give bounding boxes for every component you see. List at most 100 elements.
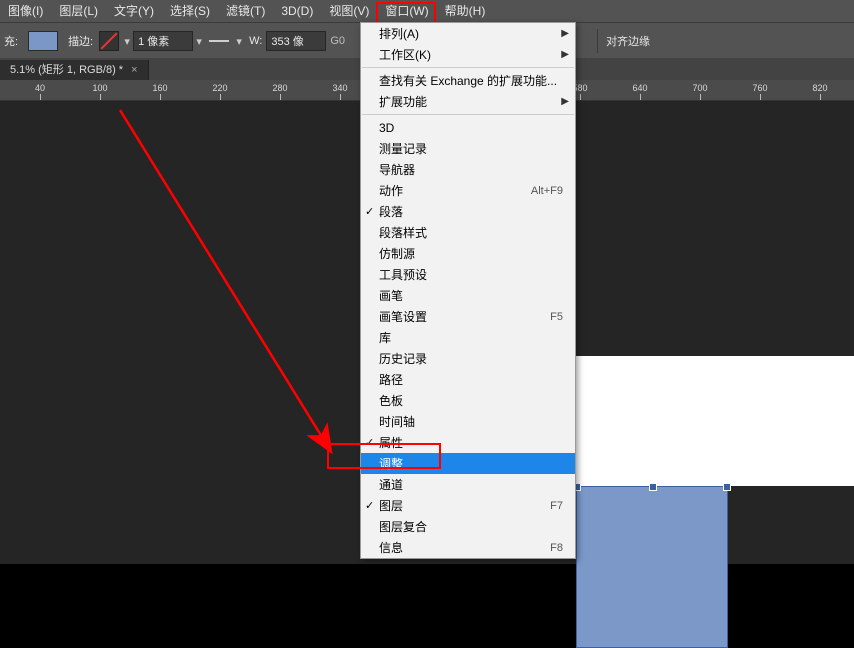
menu-view[interactable]: 视图(V) — [321, 0, 377, 22]
menu-item-段落[interactable]: ✓段落 — [361, 201, 575, 222]
menu-select[interactable]: 选择(S) — [162, 0, 218, 22]
width-label: W: — [249, 35, 262, 47]
menu-item-arrange[interactable]: 排列(A) ▶ — [361, 23, 575, 44]
menu-item-label: 历史记录 — [379, 350, 427, 367]
menu-item-导航器[interactable]: 导航器 — [361, 159, 575, 180]
resize-handle-ne[interactable] — [723, 483, 731, 491]
menu-item-label: 图层 — [379, 497, 403, 514]
fill-label: 充: — [4, 33, 18, 49]
ruler-tick-label: 280 — [260, 83, 300, 93]
ruler-tick-mark — [340, 94, 341, 100]
menu-item-label: 段落 — [379, 203, 403, 220]
ruler-tick-label: 340 — [320, 83, 360, 93]
menu-item-exchange[interactable]: 查找有关 Exchange 的扩展功能... — [361, 70, 575, 91]
menu-item-label: 信息 — [379, 539, 403, 556]
menu-item-动作[interactable]: 动作 Alt+F9 — [361, 180, 575, 201]
stroke-width-input[interactable] — [133, 31, 193, 51]
menu-item-图层[interactable]: ✓ 图层 F7 — [361, 495, 575, 516]
submenu-arrow-icon: ▶ — [561, 28, 569, 39]
ruler-tick-label: 220 — [200, 83, 240, 93]
menu-item-label: 段落样式 — [379, 224, 427, 241]
fill-color-swatch[interactable] — [28, 31, 58, 51]
ruler-tick-mark — [40, 94, 41, 100]
menu-image[interactable]: 图像(I) — [0, 0, 51, 22]
menu-item-shortcut: F7 — [550, 500, 563, 512]
menu-item-画笔设置[interactable]: 画笔设置 F5 — [361, 306, 575, 327]
stroke-style-preview[interactable] — [209, 40, 229, 43]
menu-item-信息[interactable]: 信息 F8 — [361, 537, 575, 558]
menu-item-label: 工具预设 — [379, 266, 427, 283]
menu-item-色板[interactable]: 色板 — [361, 390, 575, 411]
menu-window[interactable]: 窗口(W) — [377, 0, 436, 22]
menu-item-历史记录[interactable]: 历史记录 — [361, 348, 575, 369]
menu-item-时间轴[interactable]: 时间轴 — [361, 411, 575, 432]
document-background[interactable] — [576, 356, 854, 486]
ruler-tick-mark — [220, 94, 221, 100]
menu-item-label: 画笔 — [379, 287, 403, 304]
menu-item-label: 路径 — [379, 371, 403, 388]
document-tab[interactable]: 5.1% (矩形 1, RGB/8) * × — [0, 60, 149, 80]
ruler-tick-mark — [280, 94, 281, 100]
selected-rectangle-shape[interactable] — [576, 486, 728, 648]
stroke-style-dropdown-icon[interactable]: ▾ — [233, 32, 245, 50]
check-icon: ✓ — [365, 436, 374, 449]
width-input[interactable] — [266, 31, 326, 51]
menu-item-shortcut: F5 — [550, 311, 563, 323]
ruler-tick-mark — [640, 94, 641, 100]
menu-item-label: 排列(A) — [379, 25, 419, 42]
menu-item-库[interactable]: 库 — [361, 327, 575, 348]
ruler-tick-mark — [160, 94, 161, 100]
menu-3d[interactable]: 3D(D) — [273, 0, 321, 22]
check-icon: ✓ — [365, 499, 374, 512]
ruler-tick-label: 700 — [680, 83, 720, 93]
menu-help[interactable]: 帮助(H) — [437, 0, 494, 22]
menu-item-测量记录[interactable]: 测量记录 — [361, 138, 575, 159]
menu-item-画笔[interactable]: 画笔 — [361, 285, 575, 306]
ruler-tick-label: 40 — [20, 83, 60, 93]
menu-item-通道[interactable]: 通道 — [361, 474, 575, 495]
menu-item-label: 动作 — [379, 182, 403, 199]
menu-filter[interactable]: 滤镜(T) — [218, 0, 273, 22]
submenu-arrow-icon: ▶ — [561, 96, 569, 107]
submenu-arrow-icon: ▶ — [561, 49, 569, 60]
menu-item-图层复合[interactable]: 图层复合 — [361, 516, 575, 537]
menu-item-调整[interactable]: 调整 — [361, 453, 575, 474]
menu-item-段落样式[interactable]: 段落样式 — [361, 222, 575, 243]
menu-item-label: 3D — [379, 121, 394, 135]
menu-item-label: 库 — [379, 329, 391, 346]
menu-layer[interactable]: 图层(L) — [51, 0, 106, 22]
ruler-tick-label: 100 — [80, 83, 120, 93]
menu-item-3D[interactable]: 3D — [361, 117, 575, 138]
close-icon[interactable]: × — [131, 60, 137, 80]
menu-item-label: 画笔设置 — [379, 308, 427, 325]
ruler-tick-mark — [700, 94, 701, 100]
menu-item-shortcut: Alt+F9 — [531, 185, 563, 197]
menu-item-属性[interactable]: ✓属性 — [361, 432, 575, 453]
menu-item-路径[interactable]: 路径 — [361, 369, 575, 390]
resize-handle-n[interactable] — [649, 483, 657, 491]
menu-text[interactable]: 文字(Y) — [106, 0, 162, 22]
ruler-tick-mark — [820, 94, 821, 100]
menu-item-label: 图层复合 — [379, 518, 427, 535]
window-menu-dropdown: 排列(A) ▶ 工作区(K) ▶ 查找有关 Exchange 的扩展功能... … — [360, 22, 576, 559]
menu-item-workspace[interactable]: 工作区(K) ▶ — [361, 44, 575, 65]
menu-item-extensions[interactable]: 扩展功能 ▶ — [361, 91, 575, 112]
menu-item-label: 通道 — [379, 476, 403, 493]
ruler-tick-label: 160 — [140, 83, 180, 93]
menu-item-label: 扩展功能 — [379, 93, 427, 110]
menu-item-仿制源[interactable]: 仿制源 — [361, 243, 575, 264]
menu-item-label: 色板 — [379, 392, 403, 409]
document-tab-title: 5.1% (矩形 1, RGB/8) * — [10, 60, 123, 80]
options-separator — [597, 29, 598, 53]
ruler-tick-mark — [100, 94, 101, 100]
main-menu-bar: 图像(I) 图层(L) 文字(Y) 选择(S) 滤镜(T) 3D(D) 视图(V… — [0, 0, 854, 22]
ruler-tick-mark — [760, 94, 761, 100]
align-edges-label[interactable]: 对齐边缘 — [606, 33, 650, 49]
menu-item-工具预设[interactable]: 工具预设 — [361, 264, 575, 285]
stroke-label: 描边: — [68, 33, 93, 49]
stroke-width-dropdown-icon[interactable]: ▾ — [193, 32, 205, 50]
menu-item-shortcut: F8 — [550, 542, 563, 554]
menu-item-label: 查找有关 Exchange 的扩展功能... — [379, 72, 557, 89]
stroke-color-dropdown-icon[interactable]: ▾ — [121, 32, 133, 50]
stroke-color-swatch[interactable] — [99, 31, 119, 51]
